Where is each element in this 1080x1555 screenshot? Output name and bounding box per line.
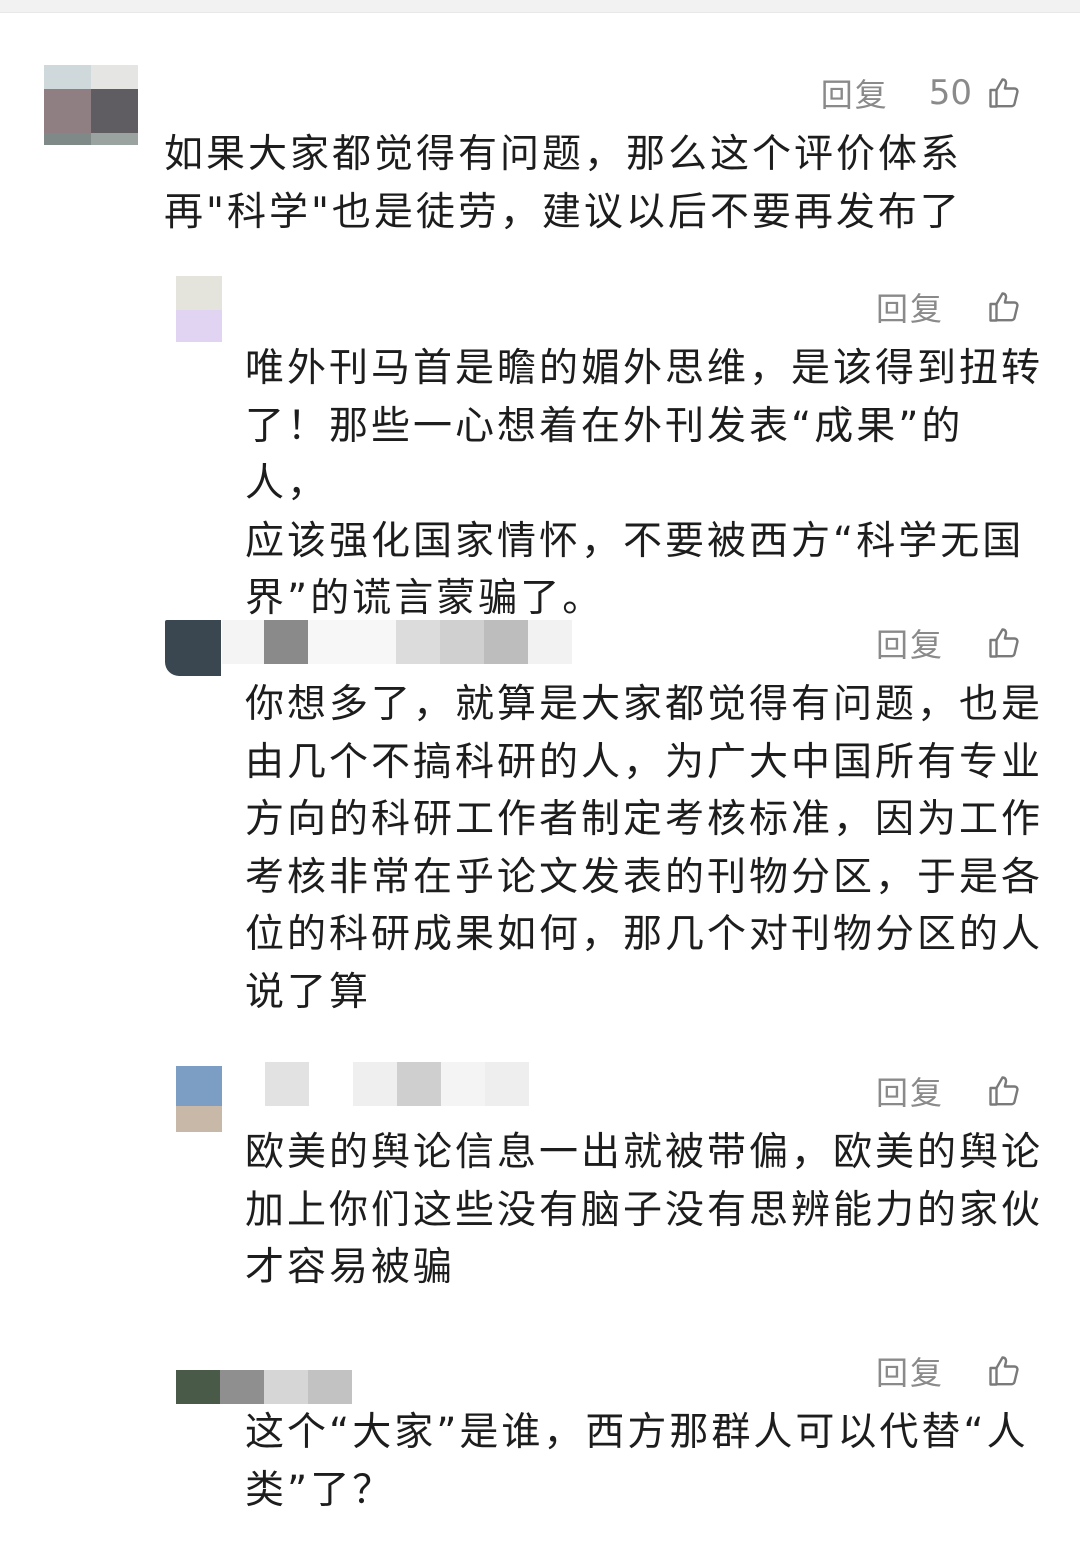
user-avatar[interactable] xyxy=(176,1370,352,1404)
comment-actions: 回复 xyxy=(876,284,1022,330)
comment-actions: 回复 xyxy=(876,1348,1022,1394)
comment-actions: 回复 xyxy=(876,620,1022,666)
thumbs-up-icon[interactable] xyxy=(986,1073,1022,1109)
thumbs-up-icon[interactable] xyxy=(986,1353,1022,1389)
user-avatar[interactable] xyxy=(165,620,221,676)
reply-button[interactable]: 回复 xyxy=(876,1348,944,1394)
thumbs-up-icon[interactable] xyxy=(986,75,1022,111)
top-divider xyxy=(0,0,1080,13)
thumbs-up-icon[interactable] xyxy=(986,289,1022,325)
comment-text: 这个“大家”是谁，西方那群人可以代替“人 类”了？ xyxy=(245,1410,1029,1513)
reply-button[interactable]: 回复 xyxy=(876,1068,944,1114)
thumbs-up-icon[interactable] xyxy=(986,625,1022,661)
reply-button[interactable]: 回复 xyxy=(821,70,889,116)
comment-text: 如果大家都觉得有问题，那么这个评价体系 再"科学"也是徒劳，建议以后不要再发布了 xyxy=(164,132,963,235)
user-avatar[interactable] xyxy=(44,65,138,145)
username-blurred xyxy=(222,620,572,664)
username-blurred xyxy=(265,1062,529,1106)
comment-actions: 回复 xyxy=(876,1068,1022,1114)
user-avatar[interactable] xyxy=(176,276,222,342)
reply-button[interactable]: 回复 xyxy=(876,620,944,666)
comment-text: 唯外刊马首是瞻的媚外思维，是该得到扭转 了！那些一心想着在外刊发表“成果”的人，… xyxy=(245,346,1044,621)
comment-actions: 回复 50 xyxy=(821,70,1022,116)
reply-button[interactable]: 回复 xyxy=(876,284,944,330)
like-count: 50 xyxy=(928,73,972,113)
comment-text: 欧美的舆论信息一出就被带偏，欧美的舆论 加上你们这些没有脑子没有思辨能力的家伙 … xyxy=(245,1130,1044,1290)
user-avatar[interactable] xyxy=(176,1066,222,1132)
comment-text: 你想多了，就算是大家都觉得有问题，也是 由几个不搞科研的人，为广大中国所有专业 … xyxy=(245,682,1044,1015)
